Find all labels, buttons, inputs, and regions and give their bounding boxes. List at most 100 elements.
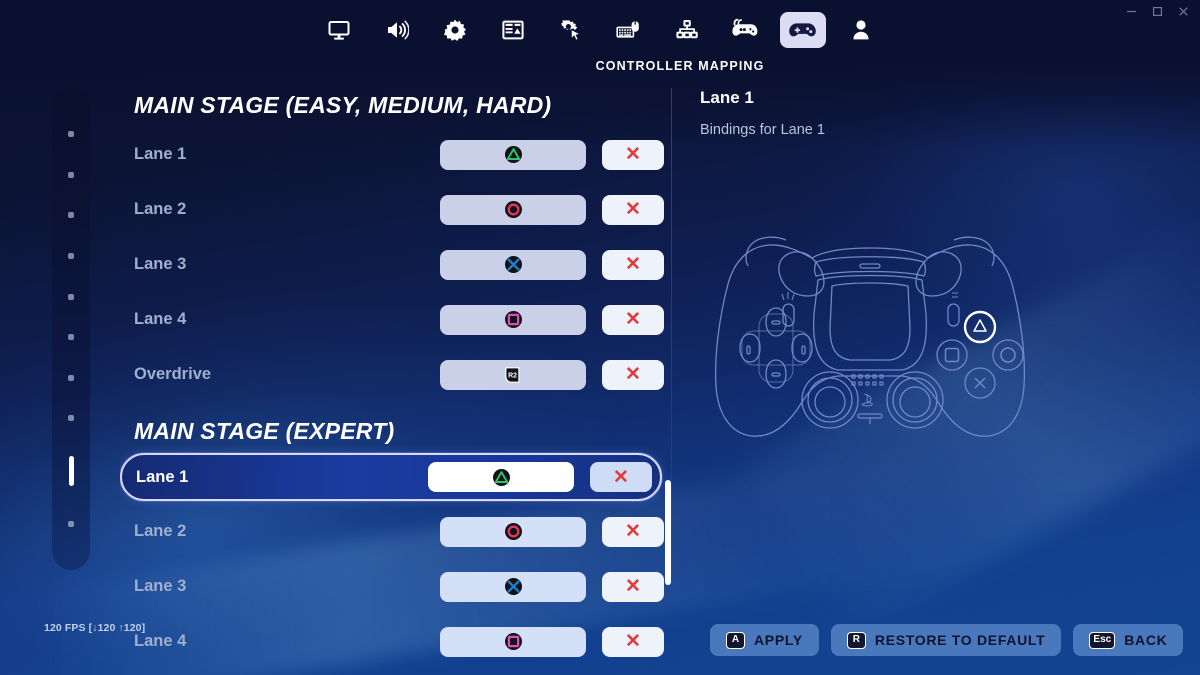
back-button[interactable]: Esc BACK: [1073, 624, 1184, 656]
keyboard-mouse-icon: [616, 18, 642, 42]
list-scrollbar-thumb[interactable]: [665, 480, 671, 585]
restore-to-default-button[interactable]: R RESTORE TO DEFAULT: [830, 624, 1062, 656]
action-label: APPLY: [754, 632, 803, 648]
close-icon: ✕: [613, 466, 629, 488]
dualsense-controller-diagram: [690, 218, 1050, 468]
binding-row-label: Lane 2: [134, 522, 187, 540]
cross-button-icon: [504, 578, 522, 595]
binding-value-button[interactable]: [440, 626, 586, 657]
action-label: BACK: [1124, 632, 1168, 648]
action-label: RESTORE TO DEFAULT: [874, 632, 1046, 648]
close-icon: ✕: [625, 144, 641, 165]
clear-binding-button[interactable]: ✕: [602, 359, 664, 390]
account-icon: [849, 18, 873, 42]
clear-binding-button[interactable]: ✕: [602, 571, 664, 602]
close-icon: ✕: [625, 254, 641, 275]
close-button[interactable]: [1172, 2, 1194, 20]
clear-binding-button[interactable]: ✕: [602, 249, 664, 280]
minimize-button[interactable]: [1120, 2, 1142, 20]
binding-row-label: Lane 1: [134, 145, 187, 163]
accessibility-cursor-icon: [559, 18, 583, 42]
binding-value-button[interactable]: [440, 194, 586, 225]
binding-row[interactable]: Lane 2 ✕: [120, 182, 672, 237]
clear-binding-button[interactable]: ✕: [602, 304, 664, 335]
tab-keyboard-mouse[interactable]: [606, 12, 652, 48]
binding-value-button[interactable]: R2: [440, 359, 586, 390]
close-icon: ✕: [625, 576, 641, 597]
clear-binding-button[interactable]: ✕: [602, 139, 664, 170]
tab-gear[interactable]: [432, 12, 478, 48]
section-rail-dot[interactable]: [68, 131, 74, 138]
binding-value-button[interactable]: [440, 304, 586, 335]
binding-row[interactable]: Lane 3 ✕: [120, 237, 672, 292]
clear-binding-button[interactable]: ✕: [602, 194, 664, 225]
display-icon: [327, 18, 351, 42]
binding-value-button[interactable]: [428, 462, 574, 492]
clear-binding-button[interactable]: ✕: [602, 626, 664, 657]
bindings-list: MAIN STAGE (EASY, MEDIUM, HARD) Lane 1 ✕ La…: [120, 82, 672, 675]
tab-hud-blocks[interactable]: [664, 12, 710, 48]
svg-text:R2: R2: [508, 372, 517, 379]
window-controls: [1120, 2, 1194, 20]
action-bar: A APPLY R RESTORE TO DEFAULT Esc BACK: [710, 624, 1184, 656]
binding-row[interactable]: Overdrive R2 ✕: [120, 347, 672, 402]
circle-button-icon: [504, 523, 522, 540]
tab-account[interactable]: [838, 12, 884, 48]
binding-value-button[interactable]: [440, 249, 586, 280]
binding-row-selected[interactable]: Lane 1 ✕: [120, 453, 662, 501]
tab-speaker[interactable]: [374, 12, 420, 48]
close-icon: ✕: [625, 364, 641, 385]
binding-row[interactable]: Lane 3 ✕: [120, 559, 672, 614]
tab-hud-layout[interactable]: [490, 12, 536, 48]
square-button-icon: [504, 311, 522, 328]
hud-blocks-icon: [675, 18, 699, 42]
group-title: MAIN STAGE (EASY, MEDIUM, HARD): [134, 92, 552, 118]
binding-row[interactable]: Lane 4 ✕: [120, 614, 672, 669]
close-icon: ✕: [625, 199, 641, 220]
binding-value-button[interactable]: [440, 139, 586, 170]
section-rail-dot[interactable]: [68, 212, 74, 219]
clear-binding-button[interactable]: ✕: [590, 462, 652, 492]
detail-panel: Lane 1 Bindings for Lane 1: [700, 88, 1170, 648]
keycap-badge: A: [726, 631, 745, 649]
close-icon: ✕: [625, 631, 641, 652]
binding-row[interactable]: Lane 2 ✕: [120, 504, 672, 559]
binding-row-label: Overdrive: [134, 365, 212, 383]
triangle-button-icon: [504, 146, 522, 163]
hud-layout-icon: [501, 18, 525, 42]
gamepad-icon: [789, 18, 817, 42]
close-icon: ✕: [625, 521, 641, 542]
detail-subtitle: Bindings for Lane 1: [700, 122, 825, 138]
triangle-button-icon: [492, 468, 510, 486]
tab-display[interactable]: [316, 12, 362, 48]
section-rail-dot[interactable]: [68, 293, 74, 300]
binding-row[interactable]: Lane 4 ✕: [120, 292, 672, 347]
section-rail-dot[interactable]: [68, 171, 74, 178]
detail-title: Lane 1: [700, 88, 754, 107]
section-rail-dot[interactable]: [68, 415, 74, 422]
section-rail-dot[interactable]: [68, 334, 74, 341]
binding-row-label: Lane 4: [134, 310, 187, 328]
binding-row-label: Lane 3: [134, 255, 187, 273]
binding-row[interactable]: Lane 1 ✕: [120, 127, 672, 182]
section-rail-dot[interactable]: [68, 374, 74, 381]
maximize-button[interactable]: [1146, 2, 1168, 20]
tab-accessibility-cursor[interactable]: [548, 12, 594, 48]
tab-controller-outline[interactable]: [722, 12, 768, 48]
clear-binding-button[interactable]: ✕: [602, 516, 664, 547]
gear-icon: [443, 18, 467, 42]
fps-counter: 120 FPS [↓120 ↑120]: [44, 622, 146, 634]
section-rail-dot[interactable]: [68, 253, 74, 260]
apply-button[interactable]: A APPLY: [710, 624, 819, 656]
section-rail[interactable]: [52, 88, 90, 570]
group-title: MAIN STAGE (EXPERT): [134, 418, 395, 444]
tab-gamepad[interactable]: [780, 12, 826, 48]
binding-value-button[interactable]: [440, 516, 586, 547]
binding-value-button[interactable]: [440, 571, 586, 602]
keycap-badge: R: [846, 631, 866, 649]
binding-row-label: Lane 3: [134, 577, 187, 595]
binding-row-label: Lane 4: [134, 632, 187, 650]
section-rail-current-marker[interactable]: [68, 456, 74, 487]
circle-button-icon: [504, 201, 522, 218]
section-rail-dot[interactable]: [68, 520, 74, 527]
